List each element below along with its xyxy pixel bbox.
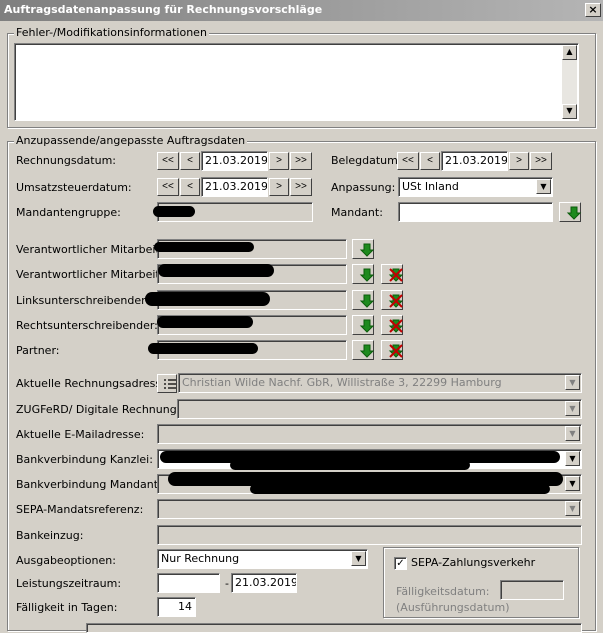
- mandant-field[interactable]: [398, 202, 553, 222]
- email-select[interactable]: [157, 424, 582, 444]
- anpassung-select[interactable]: USt Inland: [398, 177, 553, 197]
- sepa-ref-label: SEPA-Mandatsreferenz:: [16, 503, 144, 516]
- rechnungsdatum-next-button[interactable]: >: [269, 152, 289, 170]
- address-list-button[interactable]: [157, 374, 177, 393]
- person-label: Linksunterschreibender:: [16, 294, 150, 307]
- umsatzsteuerdatum-first-button[interactable]: <<: [157, 178, 179, 196]
- leistungszeitraum-to-field[interactable]: 21.03.2019: [231, 573, 297, 593]
- sepa-ausfuehrung-label: (Ausführungsdatum): [396, 601, 510, 614]
- bankeinzug-label: Bankeinzug:: [16, 529, 84, 542]
- person-select-button[interactable]: [352, 340, 375, 360]
- umsatzsteuerdatum-field[interactable]: 21.03.2019: [201, 177, 268, 197]
- redaction-mark: [158, 264, 274, 277]
- person-label: Verantwortlicher Mitarbeiter:: [16, 243, 175, 256]
- chevron-down-icon[interactable]: ▼: [565, 501, 580, 516]
- rechnungsdatum-first-button[interactable]: <<: [157, 152, 179, 170]
- anpassung-label: Anpassung:: [331, 181, 396, 194]
- belegdatum-label: Belegdatum:: [331, 154, 402, 167]
- umsatzsteuerdatum-label: Umsatzsteuerdatum:: [16, 181, 132, 194]
- umsatzsteuerdatum-prev-button[interactable]: <: [180, 178, 200, 196]
- redaction-mark: [145, 292, 270, 306]
- address-field[interactable]: Christian Wilde Nachf. GbR, Willistraße …: [178, 373, 582, 393]
- redaction-mark: [157, 316, 253, 328]
- address-label: Aktuelle Rechnungsadresse:: [16, 377, 172, 390]
- leistungszeitraum-label: Leistungszeitraum:: [16, 577, 122, 590]
- person-label: Partner:: [16, 344, 60, 357]
- scroll-down-icon[interactable]: ▼: [562, 104, 577, 119]
- arrow-down-icon: [359, 268, 375, 282]
- arrow-down-icon: [359, 243, 375, 257]
- umsatzsteuerdatum-next-button[interactable]: >: [269, 178, 289, 196]
- umsatzsteuerdatum-last-button[interactable]: >>: [290, 178, 312, 196]
- person-select-button[interactable]: [352, 264, 375, 284]
- rechnungsdatum-field[interactable]: 21.03.2019: [201, 151, 268, 171]
- email-label: Aktuelle E-Mailadresse:: [16, 428, 145, 441]
- ausgabe-label: Ausgabeoptionen:: [16, 554, 116, 567]
- leistungszeitraum-from-field[interactable]: [157, 573, 220, 593]
- arrow-down-icon: [359, 344, 375, 358]
- mandantengruppe-label: Mandantengruppe:: [16, 206, 121, 219]
- redaction-mark: [154, 242, 254, 252]
- ausgabe-select[interactable]: Nur Rechnung: [157, 549, 368, 569]
- sepa-faelligkeitsdatum-field[interactable]: [500, 580, 564, 600]
- rechnungsdatum-prev-button[interactable]: <: [180, 152, 200, 170]
- chevron-down-icon[interactable]: ▼: [565, 451, 580, 466]
- order-legend: Anzupassende/angepasste Auftragsdaten: [14, 134, 248, 147]
- sepa-ref-select[interactable]: [157, 499, 582, 519]
- arrow-down-icon: [359, 319, 375, 333]
- person-delete-button[interactable]: [381, 290, 404, 310]
- person-select-button[interactable]: [352, 239, 375, 259]
- arrow-down-icon: [566, 206, 582, 220]
- belegdatum-first-button[interactable]: <<: [397, 152, 419, 170]
- delete-icon: [388, 268, 404, 282]
- belegdatum-field[interactable]: 21.03.2019: [441, 151, 508, 171]
- leistungszeitraum-separator: -: [225, 577, 229, 590]
- chevron-down-icon[interactable]: ▼: [565, 375, 580, 390]
- faelligkeit-label: Fälligkeit in Tagen:: [16, 601, 118, 614]
- delete-icon: [388, 294, 404, 308]
- bank-mandant-label: Bankverbindung Mandant:: [16, 478, 162, 491]
- bankeinzug-field[interactable]: [157, 525, 582, 545]
- redaction-mark: [148, 343, 258, 354]
- errors-textarea[interactable]: [14, 43, 579, 121]
- faelligkeit-field[interactable]: 14: [157, 597, 196, 617]
- bank-kanzlei-label: Bankverbindung Kanzlei:: [16, 453, 153, 466]
- mandant-apply-button[interactable]: [559, 202, 582, 222]
- chevron-down-icon[interactable]: ▼: [536, 179, 551, 194]
- chevron-down-icon[interactable]: ▼: [565, 426, 580, 441]
- chevron-down-icon[interactable]: ▼: [565, 401, 580, 416]
- rechnungsdatum-last-button[interactable]: >>: [290, 152, 312, 170]
- person-label: Rechtsunterschreibender:: [16, 319, 158, 332]
- person-delete-button[interactable]: [381, 264, 404, 284]
- list-icon: [164, 378, 176, 389]
- sepa-faelligkeitsdatum-label: Fälligkeitsdatum:: [396, 585, 490, 598]
- errors-legend: Fehler-/Modifikationsinformationen: [14, 26, 209, 39]
- person-delete-button[interactable]: [381, 340, 404, 360]
- zugferd-label: ZUGFeRD/ Digitale Rechnung:: [16, 403, 181, 416]
- belegdatum-next-button[interactable]: >: [509, 152, 529, 170]
- delete-icon: [388, 344, 404, 358]
- sepa-checkbox-label: SEPA-Zahlungsverkehr: [411, 556, 536, 569]
- chevron-down-icon[interactable]: ▼: [351, 551, 366, 566]
- redaction-mark: [153, 206, 195, 217]
- arrow-down-icon: [359, 294, 375, 308]
- redaction-mark: [230, 460, 470, 470]
- belegdatum-last-button[interactable]: >>: [530, 152, 552, 170]
- person-select-button[interactable]: [352, 315, 375, 335]
- bottom-partial-field[interactable]: [86, 623, 582, 633]
- window-title: Auftragsdatenanpassung für Rechnungsvors…: [4, 3, 323, 16]
- mandant-label: Mandant:: [331, 206, 383, 219]
- person-delete-button[interactable]: [381, 315, 404, 335]
- chevron-down-icon[interactable]: ▼: [565, 476, 580, 491]
- zugferd-select[interactable]: [177, 399, 582, 419]
- delete-icon: [388, 319, 404, 333]
- belegdatum-prev-button[interactable]: <: [420, 152, 440, 170]
- sepa-checkbox[interactable]: ✓: [394, 557, 407, 570]
- redaction-mark: [250, 484, 550, 494]
- rechnungsdatum-label: Rechnungsdatum:: [16, 154, 116, 167]
- close-button[interactable]: ×: [585, 3, 601, 17]
- scroll-up-icon[interactable]: ▲: [562, 45, 577, 60]
- person-select-button[interactable]: [352, 290, 375, 310]
